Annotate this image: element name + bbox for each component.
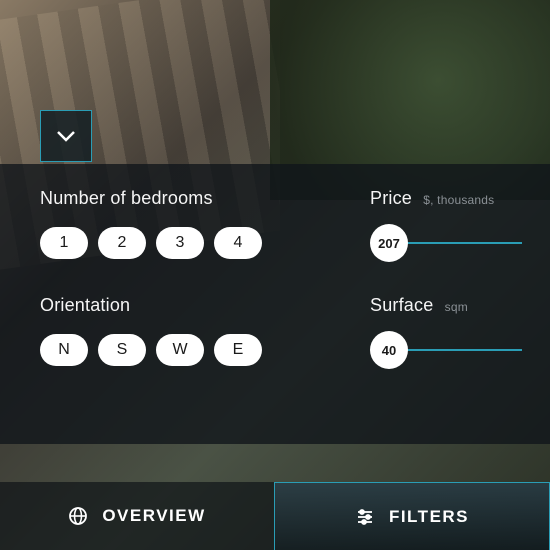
filters-panel: Number of bedrooms 1 2 3 4 Price $, thou… <box>0 164 550 444</box>
price-unit: $, thousands <box>423 193 494 207</box>
bedroom-option-2[interactable]: 2 <box>98 227 146 259</box>
globe-icon <box>68 506 88 526</box>
price-label: Price $, thousands <box>370 188 522 209</box>
surface-label: Surface sqm <box>370 295 522 316</box>
bedroom-option-4[interactable]: 4 <box>214 227 262 259</box>
tab-bar: OVERVIEW FILTERS <box>0 482 550 550</box>
orientation-option-n[interactable]: N <box>40 334 88 366</box>
sliders-icon <box>355 507 375 527</box>
orientation-options: N S W E <box>40 334 320 366</box>
orientation-option-w[interactable]: W <box>156 334 204 366</box>
chevron-down-icon <box>56 130 76 142</box>
surface-unit: sqm <box>445 300 468 314</box>
tab-filters[interactable]: FILTERS <box>274 482 550 550</box>
surface-slider-thumb[interactable]: 40 <box>370 331 408 369</box>
collapse-panel-button[interactable] <box>40 110 92 162</box>
surface-label-text: Surface <box>370 295 433 315</box>
bedrooms-label: Number of bedrooms <box>40 188 320 209</box>
bedroom-option-1[interactable]: 1 <box>40 227 88 259</box>
tab-filters-label: FILTERS <box>389 507 469 527</box>
bedrooms-options: 1 2 3 4 <box>40 227 320 259</box>
bedroom-option-3[interactable]: 3 <box>156 227 204 259</box>
price-label-text: Price <box>370 188 412 208</box>
orientation-label: Orientation <box>40 295 320 316</box>
price-slider-thumb[interactable]: 207 <box>370 224 408 262</box>
orientation-option-s[interactable]: S <box>98 334 146 366</box>
orientation-option-e[interactable]: E <box>214 334 262 366</box>
surface-slider[interactable]: 40 <box>370 334 522 366</box>
price-slider[interactable]: 207 <box>370 227 522 259</box>
tab-overview[interactable]: OVERVIEW <box>0 482 274 550</box>
tab-overview-label: OVERVIEW <box>102 506 205 526</box>
